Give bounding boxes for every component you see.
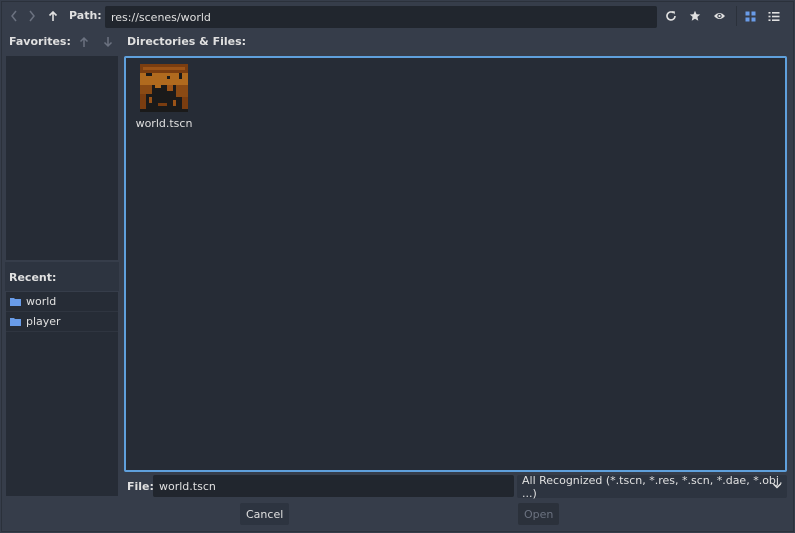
open-button[interactable]: Open [518,503,560,525]
file-item-name: world.tscn [135,117,193,130]
file-browser-area[interactable]: world.tscn [124,56,787,472]
recent-item-label: player [26,315,61,328]
list-view-button[interactable] [765,7,783,25]
scene-thumbnail-icon [140,64,188,112]
favorites-list[interactable] [6,56,118,260]
toggle-hidden-eye-icon [713,13,725,19]
file-filter-select[interactable]: All Recognized (*.tscn, *.res, *.scn, *.… [517,473,787,500]
file-item[interactable]: world.tscn [136,64,192,132]
toolbar-separator [736,6,737,26]
recent-label: Recent: [9,271,57,284]
file-filter-value: All Recognized (*.tscn, *.res, *.scn, *.… [522,473,783,500]
folder-icon [10,317,21,326]
down-arrow-icon [103,37,113,48]
recent-list[interactable]: world player [6,292,118,496]
favorite-star-icon [689,10,701,21]
favorite-button[interactable] [686,7,704,25]
directories-files-label: Directories & Files: [127,35,247,48]
up-arrow-icon [48,10,58,21]
thumbnail-view-button[interactable] [741,7,759,25]
recent-item-world[interactable]: world [6,292,118,312]
favorite-move-up-button[interactable] [76,33,92,51]
up-arrow-icon [79,36,89,47]
list-view-icon [768,11,780,21]
file-name-input[interactable] [153,475,514,497]
back-arrow-icon [11,10,17,22]
recent-item-player[interactable]: player [6,312,118,332]
up-directory-button[interactable] [45,7,61,25]
cancel-button[interactable]: Cancel [240,503,290,525]
folder-icon [10,297,21,306]
recent-item-label: world [26,295,57,308]
forward-button[interactable] [24,7,40,25]
favorites-label: Favorites: [9,35,71,48]
refresh-button[interactable] [662,7,680,25]
thumbnail-view-icon [745,11,755,21]
toggle-hidden-button[interactable] [710,7,728,25]
path-input[interactable] [105,6,657,28]
refresh-icon [666,11,676,21]
file-label: File: [127,480,154,493]
back-button[interactable] [6,7,22,25]
path-toolbar: Path: [0,0,795,32]
favorite-move-down-button[interactable] [100,33,116,51]
forward-arrow-icon [29,10,35,22]
path-label: Path: [69,9,102,22]
chevron-down-icon [772,483,782,489]
